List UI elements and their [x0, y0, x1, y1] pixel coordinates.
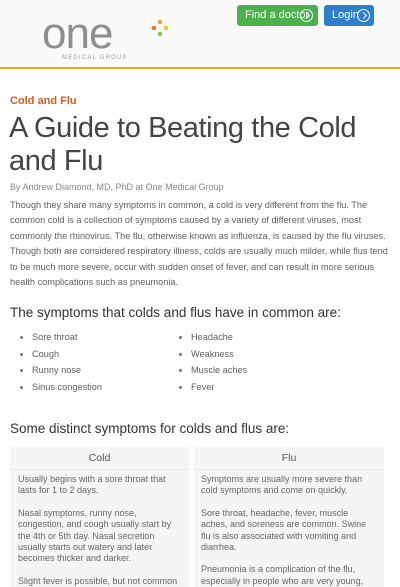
flu-panel-heading: Flu [194, 447, 384, 470]
list-item: Fever [169, 379, 247, 396]
cold-panel: Cold Usually begins with a sore throat t… [10, 447, 189, 587]
cold-paragraph: Nasal symptoms, runny nose, congestion, … [18, 507, 172, 564]
flu-paragraph: Sore throat, headache, fever, muscle ach… [201, 507, 367, 553]
distinct-symptoms-heading: Some distinct symptoms for colds and flu… [10, 421, 290, 436]
common-symptoms-list-left: Sore throat Cough Runny nose Sinus conge… [10, 329, 102, 395]
list-item: Sore throat [10, 329, 102, 346]
logo-wordmark: one [42, 9, 113, 58]
article-byline: By Andrew Diamond, MD, PhD at One Medica… [10, 182, 224, 192]
flu-paragraph: Pneumonia is a complication of the flu, … [201, 564, 364, 586]
chevron-right-circle-icon [300, 9, 313, 22]
article-category[interactable]: Cold and Flu [10, 95, 77, 107]
login-label: Login [332, 9, 359, 21]
flu-paragraph: Symptoms are usually more severe than co… [201, 474, 363, 496]
list-item: Muscle aches [169, 362, 247, 379]
login-button[interactable]: Login [324, 5, 374, 26]
page-title: A Guide to Beating the Cold and Flu [9, 112, 357, 177]
cold-paragraph: Slight fever is possible, but not common… [18, 575, 178, 586]
plus-icon [152, 20, 168, 36]
chevron-right-circle-icon [357, 9, 370, 22]
logo-subtitle: MEDICAL GROUP [62, 55, 128, 61]
find-a-doctor-button[interactable]: Find a doctor [237, 5, 318, 26]
common-symptoms-list-right: Headache Weakness Muscle aches Fever [169, 329, 247, 395]
list-item: Weakness [169, 346, 247, 363]
cold-paragraph: Usually begins with a sore throat that l… [18, 474, 166, 496]
flu-panel-body: Symptoms are usually more severe than co… [201, 474, 376, 587]
common-symptoms-heading: The symptoms that colds and flus have in… [10, 305, 341, 320]
cold-panel-body: Usually begins with a sore throat that l… [18, 474, 183, 587]
site-header: one MEDICAL GROUP Find a doctor Login [0, 0, 400, 67]
article-intro: Though they share many symptoms in commo… [10, 200, 388, 288]
list-item: Runny nose [10, 362, 102, 379]
header-divider [0, 67, 400, 69]
list-item: Cough [10, 346, 102, 363]
cold-panel-heading: Cold [10, 447, 189, 470]
one-medical-logo[interactable]: one MEDICAL GROUP [42, 9, 168, 62]
list-item: Sinus congestion [10, 379, 102, 396]
list-item: Headache [169, 329, 247, 346]
flu-panel: Flu Symptoms are usually more severe tha… [194, 447, 384, 587]
